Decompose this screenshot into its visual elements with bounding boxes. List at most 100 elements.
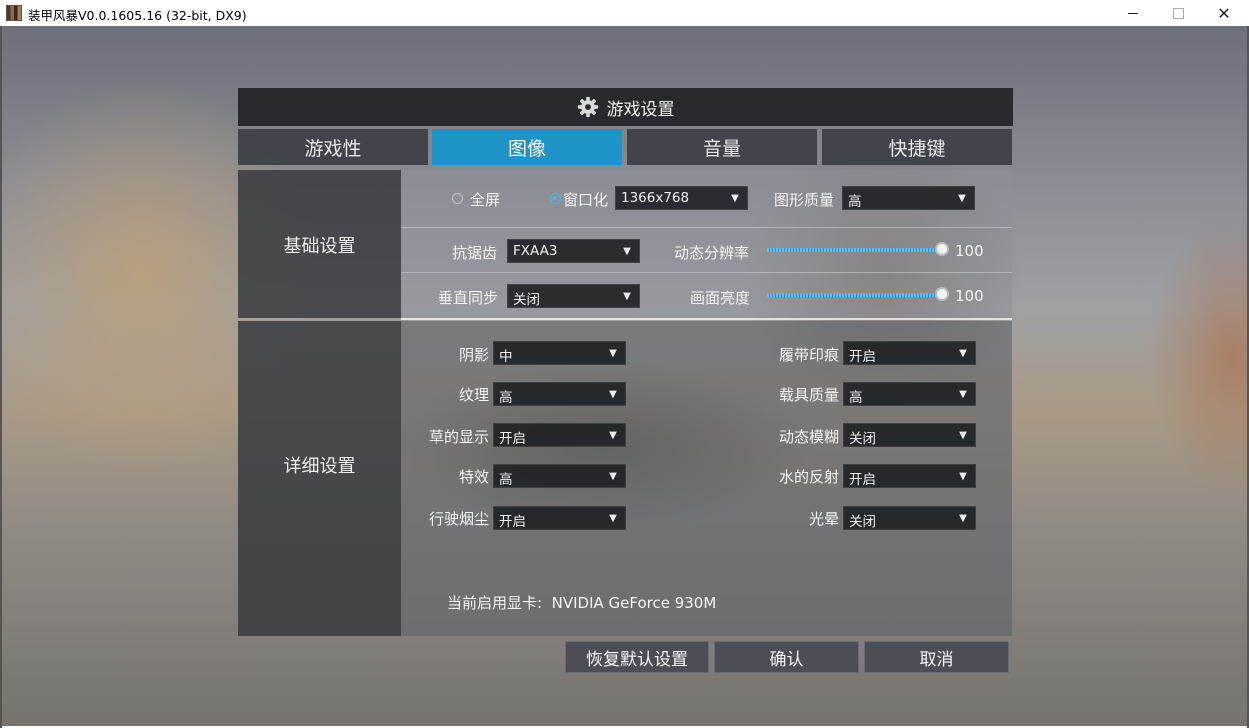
dropdown-arrow-icon: ▼ — [959, 388, 967, 400]
track-marks-value: 开启 — [849, 349, 876, 365]
windowed-radio[interactable] — [550, 193, 561, 204]
gpu-name: NVIDIA GeForce 930M — [551, 594, 717, 612]
gpu-info: 当前启用显卡: NVIDIA GeForce 930M — [447, 592, 716, 613]
graphics-quality-dropdown[interactable]: 高 ▼ — [842, 186, 975, 210]
tab-label: 游戏性 — [304, 137, 362, 160]
dropdown-arrow-icon: ▼ — [623, 245, 631, 257]
shadow-dropdown[interactable]: 中 ▼ — [493, 341, 626, 365]
vsync-dropdown[interactable]: 关闭 ▼ — [507, 284, 640, 308]
detail-settings-sidebar: 详细设置 — [238, 321, 401, 636]
resolution-value: 1366x768 — [621, 190, 690, 206]
track-marks-dropdown[interactable]: 开启 ▼ — [843, 341, 976, 365]
maximize-icon — [1172, 7, 1184, 19]
effects-label: 特效 — [458, 468, 489, 486]
slider-handle[interactable] — [935, 242, 949, 256]
fullscreen-label[interactable]: 全屏 — [470, 189, 500, 210]
slider-track — [767, 248, 942, 252]
divider — [401, 227, 1012, 228]
motion-blur-value: 关闭 — [849, 431, 876, 447]
water-reflection-label: 水的反射 — [778, 468, 839, 486]
effects-dropdown[interactable]: 高 ▼ — [493, 464, 626, 488]
vsync-label: 垂直同步 — [438, 289, 499, 307]
texture-value: 高 — [499, 390, 513, 406]
tab-hotkeys[interactable]: 快捷键 — [822, 129, 1012, 165]
dropdown-arrow-icon: ▼ — [959, 512, 967, 524]
button-label: 确认 — [769, 649, 804, 670]
motion-blur-dropdown[interactable]: 关闭 ▼ — [843, 423, 976, 447]
bloom-label: 光晕 — [808, 510, 839, 528]
driving-dust-value: 开启 — [499, 514, 526, 530]
tab-graphics[interactable]: 图像 — [432, 129, 622, 165]
vehicle-quality-dropdown[interactable]: 高 ▼ — [843, 382, 976, 406]
grass-label: 草的显示 — [428, 428, 489, 446]
antialiasing-value: FXAA3 — [513, 243, 558, 259]
confirm-button[interactable]: 确认 — [714, 641, 859, 673]
driving-dust-dropdown[interactable]: 开启 ▼ — [493, 506, 626, 530]
settings-title: 游戏设置 — [606, 99, 675, 120]
dropdown-arrow-icon: ▼ — [609, 388, 617, 400]
divider — [401, 272, 1012, 273]
gear-icon — [577, 96, 598, 118]
dropdown-arrow-icon: ▼ — [609, 347, 617, 359]
slider-handle[interactable] — [935, 287, 949, 301]
minimize-button[interactable] — [1110, 0, 1156, 26]
dropdown-arrow-icon: ▼ — [958, 192, 966, 204]
cancel-button[interactable]: 取消 — [864, 641, 1009, 673]
close-button[interactable]: ✕ — [1201, 0, 1247, 26]
driving-dust-label: 行驶烟尘 — [428, 510, 489, 528]
restore-defaults-button[interactable]: 恢复默认设置 — [565, 641, 709, 673]
basic-settings-sidebar: 基础设置 — [238, 170, 401, 318]
maximize-button[interactable] — [1155, 0, 1201, 26]
section-divider — [401, 318, 1012, 320]
resolution-dropdown[interactable]: 1366x768 ▼ — [615, 186, 748, 210]
window-titlebar: 装甲风暴V0.0.1605.16 (32-bit, DX9) ✕ — [0, 0, 1249, 27]
dropdown-arrow-icon: ▼ — [959, 429, 967, 441]
window-title: 装甲风暴V0.0.1605.16 (32-bit, DX9) — [28, 8, 247, 23]
graphics-quality-value: 高 — [848, 194, 862, 210]
bloom-value: 关闭 — [849, 514, 876, 530]
tab-audio[interactable]: 音量 — [627, 129, 817, 165]
tab-label: 图像 — [507, 137, 546, 160]
button-label: 恢复默认设置 — [586, 649, 688, 670]
vehicle-quality-label: 载具质量 — [778, 386, 839, 404]
grass-dropdown[interactable]: 开启 ▼ — [493, 423, 626, 447]
settings-header: 游戏设置 — [238, 88, 1013, 126]
water-reflection-value: 开启 — [849, 472, 876, 488]
fullscreen-radio[interactable] — [452, 193, 463, 204]
dropdown-arrow-icon: ▼ — [959, 470, 967, 482]
minimize-icon — [1128, 12, 1138, 14]
antialiasing-dropdown[interactable]: FXAA3 ▼ — [507, 239, 640, 263]
brightness-slider[interactable] — [767, 286, 949, 304]
dynamic-resolution-slider[interactable] — [767, 241, 949, 259]
dropdown-arrow-icon: ▼ — [731, 192, 739, 204]
dropdown-arrow-icon: ▼ — [609, 429, 617, 441]
tab-label: 音量 — [702, 137, 741, 160]
motion-blur-label: 动态模糊 — [778, 428, 839, 446]
water-reflection-dropdown[interactable]: 开启 ▼ — [843, 464, 976, 488]
dynamic-resolution-label: 动态分辨率 — [674, 244, 750, 262]
brightness-label: 画面亮度 — [690, 289, 751, 307]
dynamic-resolution-value: 100 — [955, 242, 984, 260]
dropdown-arrow-icon: ▼ — [609, 470, 617, 482]
dropdown-arrow-icon: ▼ — [623, 290, 631, 302]
basic-settings-label: 基础设置 — [283, 236, 356, 257]
tab-gameplay[interactable]: 游戏性 — [238, 129, 428, 165]
window-border-left — [0, 26, 2, 728]
close-icon: ✕ — [1217, 3, 1231, 23]
texture-label: 纹理 — [458, 386, 489, 404]
track-marks-label: 履带印痕 — [778, 346, 839, 364]
windowed-label[interactable]: 窗口化 — [563, 189, 608, 210]
dropdown-arrow-icon: ▼ — [609, 512, 617, 524]
texture-dropdown[interactable]: 高 ▼ — [493, 382, 626, 406]
vehicle-quality-value: 高 — [849, 390, 863, 406]
tab-label: 快捷键 — [888, 137, 946, 160]
dropdown-arrow-icon: ▼ — [959, 347, 967, 359]
app-icon — [6, 5, 22, 21]
vsync-value: 关闭 — [513, 292, 540, 308]
effects-value: 高 — [499, 472, 513, 488]
bloom-dropdown[interactable]: 关闭 ▼ — [843, 506, 976, 530]
gpu-label: 当前启用显卡: — [447, 594, 543, 612]
graphics-quality-label: 图形质量 — [774, 191, 835, 209]
detail-settings-label: 详细设置 — [283, 456, 356, 477]
shadow-label: 阴影 — [458, 346, 489, 364]
